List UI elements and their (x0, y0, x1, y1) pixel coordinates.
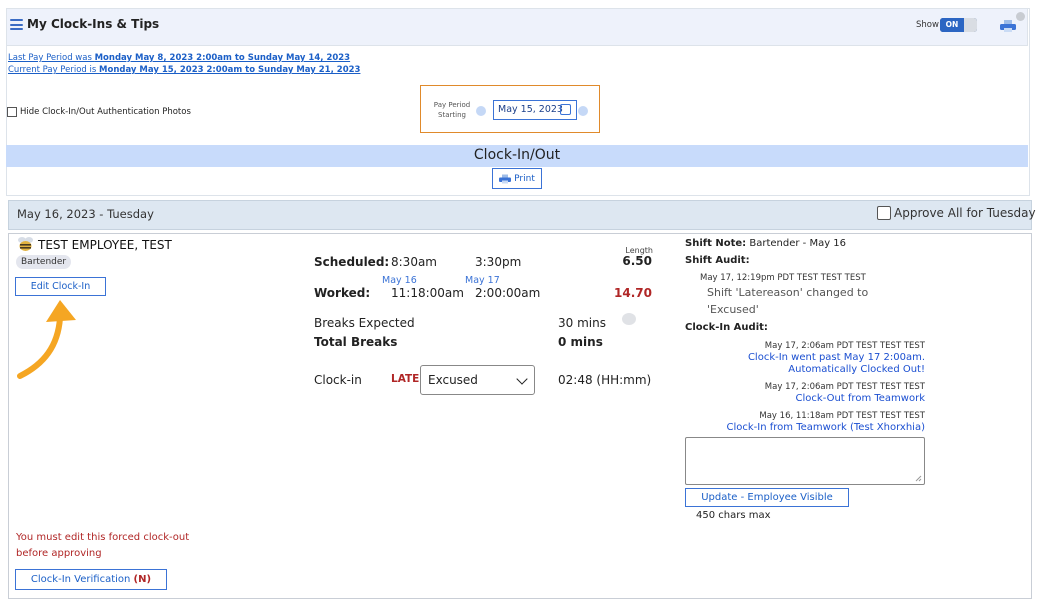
toggle-knob (964, 18, 977, 32)
scheduled-start: 8:30am (391, 255, 437, 269)
audit-entry-text: Clock-In from Teamwork (Test Xhorxhia) (726, 422, 926, 433)
show-toggle[interactable]: ON (940, 18, 977, 32)
hide-photos-label: Hide Clock-In/Out Authentication Photos (20, 107, 191, 117)
current-pay-period-range: Monday May 15, 2023 2:00am to Sunday May… (99, 65, 361, 75)
total-breaks-value: 0 mins (558, 335, 603, 349)
late-duration: 02:48 (HH:mm) (558, 373, 652, 387)
audit-entry-text: Automatically Clocked Out! (788, 364, 925, 375)
shift-audit-meta: May 17, 12:19pm PDT TEST TEST TEST (700, 273, 866, 283)
hide-photos-option[interactable]: Hide Clock-In/Out Authentication Photos (7, 107, 191, 117)
break-toggle[interactable] (622, 313, 636, 325)
chevron-down-icon (516, 373, 528, 385)
pay-period-label-line2: Starting (438, 111, 466, 119)
forced-clockout-warning: You must edit this forced clock-out befo… (16, 532, 190, 559)
approve-all-label: Approve All for Tuesday (894, 206, 1036, 220)
last-pay-period-prefix: Last Pay Period was (8, 53, 95, 63)
clock-in-label: Clock-in (314, 373, 362, 387)
print-button[interactable]: Print (492, 168, 542, 189)
audit-note-textarea[interactable] (685, 437, 925, 485)
audit-entry: May 17, 2:06am PDT TEST TEST TEST Clock-… (685, 341, 925, 375)
previous-period-button[interactable] (476, 106, 486, 116)
printer-icon (499, 174, 512, 183)
audit-entry: May 16, 11:18am PDT TEST TEST TEST Clock… (685, 411, 926, 433)
chars-max-hint: 450 chars max (696, 510, 771, 521)
show-label: Show (916, 20, 939, 30)
worked-start: 11:18:00am (391, 286, 464, 300)
toggle-state: ON (940, 18, 964, 32)
shift-note: Shift Note: Bartender - May 16 (685, 238, 846, 249)
scheduled-end: 3:30pm (475, 255, 522, 269)
header-bar (6, 8, 1028, 46)
page-title: My Clock-Ins & Tips (27, 17, 160, 31)
late-badge: LATE (391, 373, 420, 385)
audit-entry-meta: May 17, 2:06am PDT TEST TEST TEST (764, 382, 925, 392)
shift-audit-text-line2: 'Excused' (707, 303, 759, 316)
hamburger-icon[interactable] (10, 19, 23, 30)
shift-audit-label: Shift Audit: (685, 255, 750, 266)
approve-all-checkbox[interactable] (877, 206, 891, 220)
day-title: May 16, 2023 - Tuesday (17, 207, 154, 221)
employee-name: TEST EMPLOYEE, TEST (38, 238, 172, 252)
edit-clock-in-button[interactable]: Edit Clock-In (15, 277, 106, 296)
late-reason-value: Excused (428, 373, 478, 387)
current-pay-period-link[interactable]: Current Pay Period is Monday May 15, 202… (8, 65, 360, 75)
audit-entry: May 17, 2:06am PDT TEST TEST TEST Clock-… (685, 382, 925, 404)
shift-audit-text-line1: Shift 'Latereason' changed to (707, 286, 869, 299)
next-period-button[interactable] (578, 106, 588, 116)
shift-note-label: Shift Note: (685, 238, 747, 249)
section-title: Clock-In/Out (473, 147, 561, 163)
bee-icon (18, 237, 33, 251)
length-value: 6.50 (622, 254, 652, 268)
worked-label: Worked: (314, 286, 371, 300)
worked-end: 2:00:00am (475, 286, 541, 300)
gear-icon[interactable] (1016, 12, 1025, 21)
breaks-expected-label: Breaks Expected (314, 316, 415, 330)
resize-handle-icon[interactable] (915, 475, 922, 482)
approve-all-option[interactable]: Approve All for Tuesday (877, 206, 1036, 220)
verification-label: Clock-In Verification (30, 574, 131, 585)
breaks-expected-value: 30 mins (558, 316, 606, 330)
pay-period-label-line1: Pay Period (433, 101, 471, 109)
calendar-icon[interactable] (560, 104, 571, 115)
print-label: Print (514, 173, 535, 184)
shift-note-value: Bartender - May 16 (749, 238, 847, 249)
hide-photos-checkbox[interactable] (7, 107, 17, 117)
audit-entry-meta: May 17, 2:06am PDT TEST TEST TEST (764, 341, 925, 351)
role-badge: Bartender (16, 255, 72, 269)
clock-in-audit-label: Clock-In Audit: (685, 322, 768, 333)
audit-entry-text: Clock-Out from Teamwork (795, 393, 925, 404)
printer-icon[interactable] (1000, 20, 1016, 32)
update-employee-visible-button[interactable]: Update - Employee Visible (685, 488, 849, 507)
pay-period-label: Pay Period Starting (430, 100, 474, 120)
total-breaks-label: Total Breaks (314, 335, 398, 349)
clock-in-verification-button[interactable]: Clock-In Verification (N) (15, 569, 167, 590)
audit-entry-text: Clock-In went past May 17 2:00am. (747, 352, 925, 363)
late-reason-select[interactable]: Excused (420, 365, 535, 395)
current-pay-period-prefix: Current Pay Period is (8, 65, 100, 75)
verification-flag: (N) (133, 574, 152, 585)
last-pay-period-link[interactable]: Last Pay Period was Monday May 8, 2023 2… (8, 53, 350, 63)
worked-total: 14.70 (614, 286, 652, 300)
last-pay-period-range: Monday May 8, 2023 2:00am to Sunday May … (94, 53, 351, 63)
scheduled-label: Scheduled: (314, 255, 390, 269)
worked-end-date: May 17 (465, 275, 500, 286)
worked-start-date: May 16 (382, 275, 417, 286)
arrow-icon (17, 300, 76, 379)
audit-entry-meta: May 16, 11:18am PDT TEST TEST TEST (759, 411, 925, 421)
